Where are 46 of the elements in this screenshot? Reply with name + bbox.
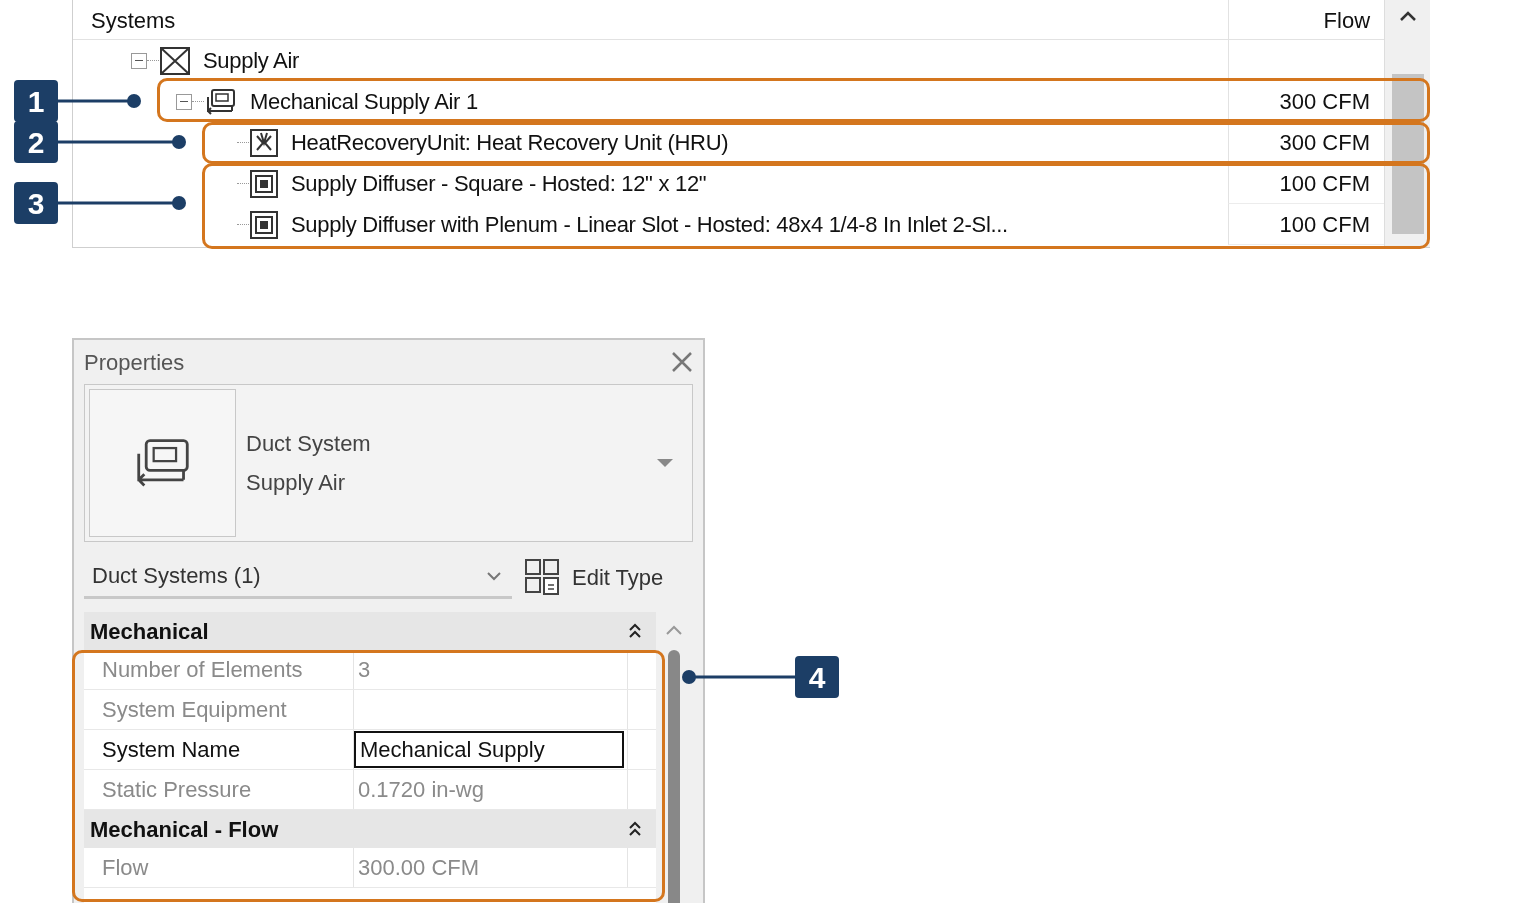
value-field[interactable]: Mechanical Supply <box>354 731 624 768</box>
collapse-toggle[interactable] <box>131 52 147 69</box>
panel-title: Properties <box>84 348 185 377</box>
group-header[interactable]: Mechanical <box>84 612 656 650</box>
collapse-icon <box>628 820 642 838</box>
property-label: Static Pressure <box>102 776 252 804</box>
type-family: Duct System <box>246 430 372 458</box>
property-value: 300.00 CFM <box>357 854 480 882</box>
callout-number: 1 <box>14 80 58 122</box>
property-value: 0.1720 in-wg <box>357 776 484 804</box>
property-label: System Name <box>102 736 241 764</box>
column-header[interactable]: Systems <box>73 0 1229 39</box>
callout-number: 3 <box>14 182 58 224</box>
tree-item-label[interactable]: Supply Diffuser - Square - Hosted: 12" x 12" <box>291 167 707 200</box>
flow-value: 300 CFM <box>1279 128 1371 157</box>
edit-type-button[interactable]: Edit Type <box>524 558 664 596</box>
caret-icon[interactable] <box>656 458 674 468</box>
type-selector[interactable]: Duct System Supply Air <box>84 384 693 542</box>
diffuser-icon <box>249 168 279 199</box>
close-icon[interactable] <box>671 351 693 373</box>
tree-item-label[interactable]: HeatRecoveryUnit: Heat Recovery Unit (HRU) <box>291 126 729 159</box>
callout-number: 4 <box>795 656 839 698</box>
crossed-box-icon <box>159 45 191 76</box>
tree-item-label[interactable]: Mechanical Supply Air 1 <box>250 85 478 118</box>
chevron-down-icon <box>486 570 502 581</box>
collapse-toggle[interactable] <box>176 93 192 110</box>
collapse-icon <box>628 622 642 640</box>
fan-unit-icon <box>249 127 279 158</box>
flow-value: 100 CFM <box>1279 210 1371 239</box>
chevron-up-icon[interactable] <box>1398 10 1417 22</box>
type-name: Supply Air <box>246 469 347 497</box>
scrollbar[interactable] <box>1384 0 1430 247</box>
property-label: Flow <box>102 854 149 882</box>
property-value: 3 <box>357 656 371 684</box>
flow-value: 300 CFM <box>1279 87 1371 116</box>
property-label: System Equipment <box>102 696 287 724</box>
diffuser-icon <box>249 209 279 240</box>
filter-dropdown[interactable]: Duct Systems (1) <box>84 555 512 599</box>
flow-value: 100 CFM <box>1279 169 1371 198</box>
group-header[interactable]: Mechanical - Flow <box>84 810 656 848</box>
edit-type-icon <box>524 558 562 596</box>
tree-item-label[interactable]: Supply Diffuser with Plenum - Linear Slot - Hosted: 48x4 1/4-8 In Inlet 2-Sl... <box>291 208 1008 241</box>
property-label: Number of Elements <box>102 656 303 684</box>
duct-system-icon <box>204 86 238 117</box>
tree-item-label[interactable]: Supply Air <box>203 44 300 77</box>
callout-number: 2 <box>14 121 58 163</box>
